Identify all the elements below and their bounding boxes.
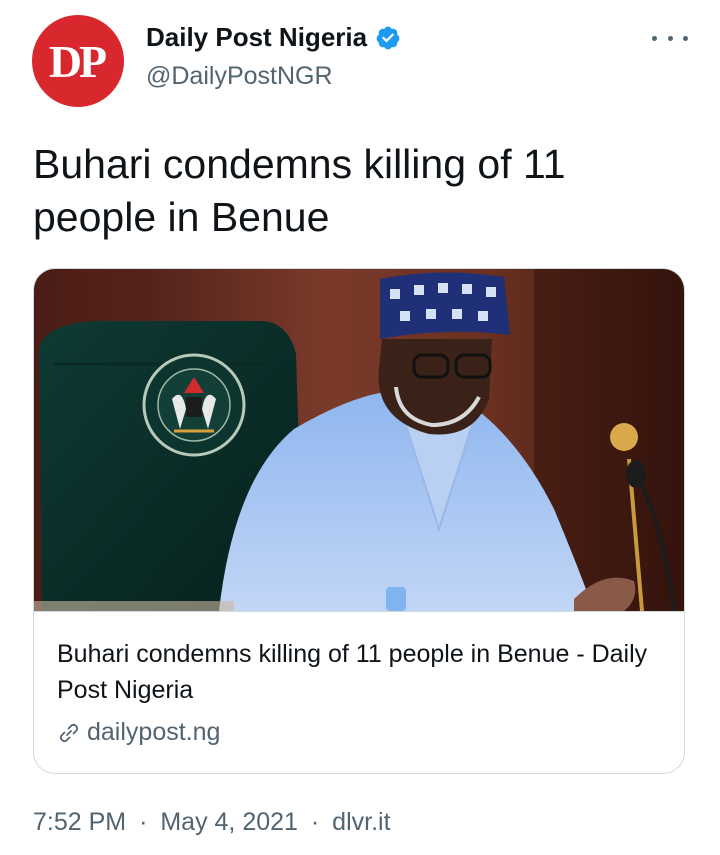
tweet-text: Buhari condemns killing of 11 people in … — [33, 141, 566, 240]
author-handle[interactable]: @DailyPostNGR — [146, 62, 333, 91]
meta-separator: · — [139, 808, 148, 836]
link-card[interactable]: Buhari condemns killing of 11 people in … — [33, 268, 685, 774]
card-image — [34, 269, 684, 612]
author-name-row: Daily Post Nigeria — [146, 22, 401, 53]
tweet-date[interactable]: May 4, 2021 — [160, 808, 298, 836]
avatar-logo-text: DP — [48, 35, 107, 87]
avatar[interactable]: DP — [32, 15, 124, 107]
more-options-icon[interactable] — [652, 28, 688, 48]
author-display-name[interactable]: Daily Post Nigeria — [146, 22, 367, 53]
tweet-meta: 7:52 PM · May 4, 2021 · dlvr.it — [33, 808, 391, 837]
card-title: Buhari condemns killing of 11 people in … — [57, 640, 648, 704]
link-icon — [57, 721, 81, 745]
card-domain-row: dailypost.ng — [57, 718, 220, 747]
tweet-time[interactable]: 7:52 PM — [33, 808, 126, 836]
meta-separator: · — [310, 808, 320, 836]
card-body: Buhari condemns killing of 11 people in … — [34, 611, 684, 773]
tweet-source[interactable]: dlvr.it — [332, 808, 390, 836]
verified-badge-icon — [375, 25, 401, 51]
card-domain: dailypost.ng — [87, 718, 221, 746]
